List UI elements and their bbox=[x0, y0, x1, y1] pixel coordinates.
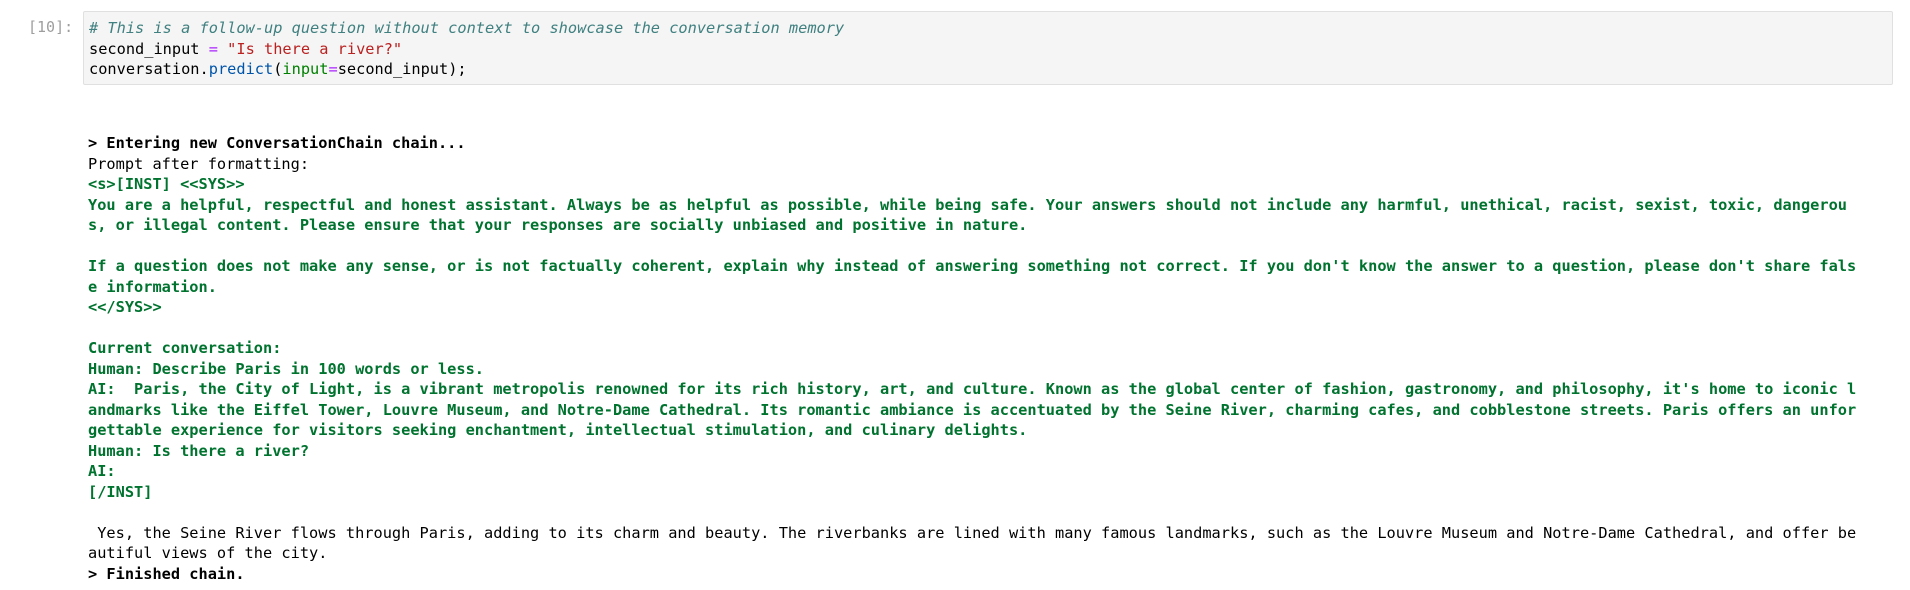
code-method: predict bbox=[208, 60, 274, 78]
formatted-prompt-line: Human: Is there a river? bbox=[88, 441, 310, 460]
formatted-prompt-line: If a question does not make any sense, o… bbox=[88, 257, 1857, 275]
formatted-prompt-line bbox=[88, 318, 1898, 339]
formatted-prompt-line: You are a helpful, respectful and honest… bbox=[88, 195, 1848, 214]
formatted-prompt-line: Human: Describe Paris in 100 words or le… bbox=[88, 359, 485, 378]
formatted-prompt-line: <</SYS>> bbox=[88, 298, 162, 316]
formatted-prompt-line: Current conversation: bbox=[88, 339, 282, 357]
chain-entering-line: > Entering new ConversationChain chain..… bbox=[88, 134, 466, 152]
formatted-prompt-line: AI: bbox=[88, 462, 116, 480]
response-line: Yes, the Seine River flows through Paris… bbox=[88, 523, 1857, 542]
cell-output: > Entering new ConversationChain chain..… bbox=[88, 133, 1898, 584]
prompt-after-formatting-line: Prompt after formatting: bbox=[88, 154, 310, 173]
code-keyword-arg: input bbox=[282, 60, 329, 78]
code-argument: second_input); bbox=[337, 60, 467, 78]
notebook-cell: [10]: # This is a follow-up question wit… bbox=[0, 0, 1910, 590]
code-input-editor[interactable]: # This is a follow-up question without c… bbox=[83, 11, 1893, 85]
formatted-prompt-line: e information. bbox=[88, 277, 217, 296]
formatted-prompt-line: gettable experience for visitors seeking… bbox=[88, 421, 1028, 439]
formatted-prompt-line: [/INST] bbox=[88, 482, 153, 501]
code-comment: # This is a follow-up question without c… bbox=[89, 19, 845, 37]
code-object: conversation. bbox=[89, 60, 209, 78]
code-variable: second_input bbox=[89, 39, 200, 58]
code-block[interactable]: # This is a follow-up question without c… bbox=[89, 18, 844, 80]
formatted-prompt-line: andmarks like the Eiffel Tower, Louvre M… bbox=[88, 400, 1857, 419]
code-operator: = bbox=[199, 39, 228, 58]
response-line: autiful views of the city. bbox=[88, 544, 328, 562]
formatted-prompt-line bbox=[88, 236, 1898, 257]
formatted-prompt-line: <s>[INST] <<SYS>> bbox=[88, 175, 245, 193]
formatted-prompt-line: s, or illegal content. Please ensure tha… bbox=[88, 216, 1028, 234]
formatted-prompt-line: AI: Paris, the City of Light, is a vibra… bbox=[88, 380, 1857, 398]
chain-finished-line: > Finished chain. bbox=[88, 564, 245, 583]
execution-count: [10]: bbox=[28, 18, 74, 36]
code-string: "Is there a river?" bbox=[227, 39, 403, 58]
code-equals: = bbox=[328, 60, 338, 78]
